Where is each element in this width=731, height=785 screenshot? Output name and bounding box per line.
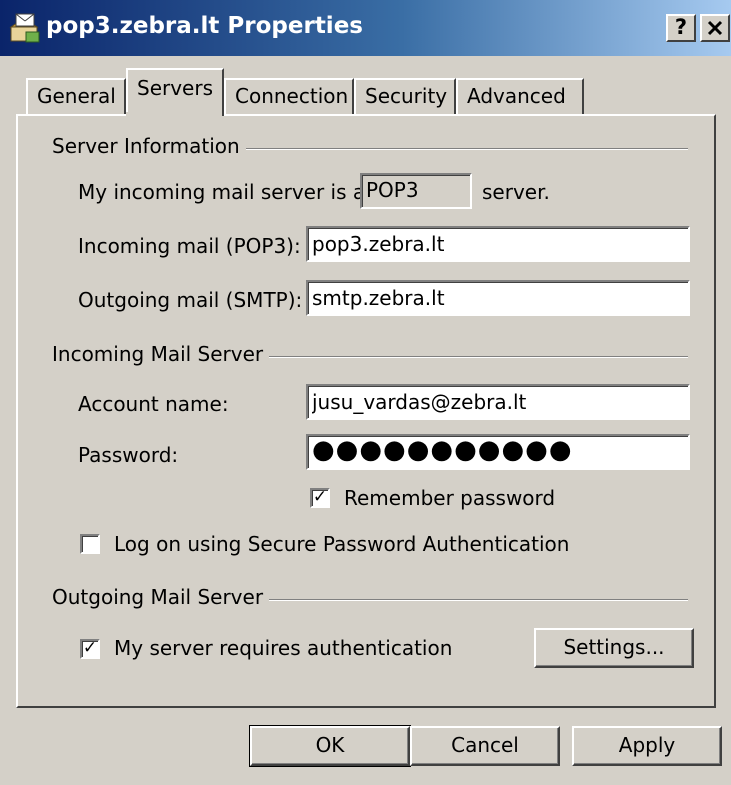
tab-security[interactable]: Security bbox=[354, 78, 456, 114]
title-bar[interactable]: pop3.zebra.lt Properties ? bbox=[0, 0, 731, 56]
tab-connection[interactable]: Connection bbox=[224, 78, 354, 114]
apply-button[interactable]: Apply bbox=[572, 726, 722, 766]
outgoing-mail-label: Outgoing mail (SMTP): bbox=[78, 288, 303, 312]
requires-authentication-checkbox[interactable]: ✓ bbox=[80, 639, 100, 659]
incoming-mail-label: Incoming mail (POP3): bbox=[78, 234, 301, 258]
window-title: pop3.zebra.lt Properties bbox=[46, 13, 363, 39]
ok-button[interactable]: OK bbox=[249, 725, 411, 767]
remember-password-checkbox[interactable]: ✓ bbox=[310, 488, 330, 508]
tab-advanced[interactable]: Advanced bbox=[456, 78, 584, 114]
tab-general[interactable]: General bbox=[26, 78, 126, 114]
server-type-suffix: server. bbox=[482, 180, 550, 204]
password-input[interactable]: ●●●●●●●●●●● bbox=[306, 434, 690, 470]
mail-server-icon bbox=[9, 13, 40, 43]
account-name-input[interactable] bbox=[306, 384, 690, 420]
tab-servers[interactable]: Servers bbox=[126, 68, 224, 116]
help-button[interactable]: ? bbox=[666, 14, 696, 42]
spa-checkbox[interactable] bbox=[80, 534, 100, 554]
outgoing-mail-input[interactable] bbox=[306, 280, 690, 316]
account-name-label: Account name: bbox=[78, 392, 229, 416]
server-type-prefix: My incoming mail server is a bbox=[78, 180, 366, 204]
spa-label[interactable]: Log on using Secure Password Authenticat… bbox=[114, 532, 569, 556]
settings-button[interactable]: Settings... bbox=[534, 628, 694, 668]
close-icon bbox=[707, 20, 723, 36]
requires-authentication-label[interactable]: My server requires authentication bbox=[114, 636, 452, 660]
cancel-button[interactable]: Cancel bbox=[410, 726, 560, 766]
outgoing-mail-server-heading: Outgoing Mail Server bbox=[52, 585, 270, 609]
remember-password-label[interactable]: Remember password bbox=[344, 486, 555, 510]
password-label: Password: bbox=[78, 443, 179, 467]
incoming-mail-input[interactable] bbox=[306, 226, 690, 262]
properties-dialog: pop3.zebra.lt Properties ? General Serve… bbox=[0, 0, 731, 785]
server-information-heading: Server Information bbox=[52, 134, 246, 158]
close-button[interactable] bbox=[700, 14, 730, 42]
incoming-mail-server-heading: Incoming Mail Server bbox=[52, 342, 270, 366]
server-type-field: POP3 bbox=[360, 173, 472, 209]
